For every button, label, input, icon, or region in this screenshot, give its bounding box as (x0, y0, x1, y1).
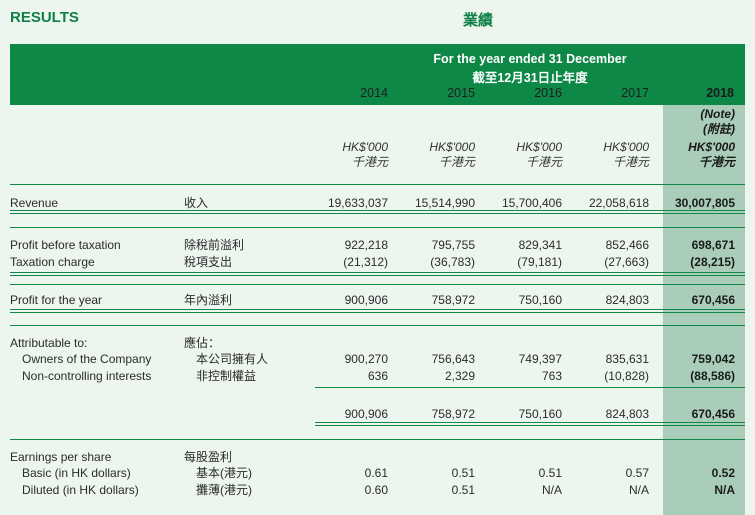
note-2018-zh: (附註) (703, 122, 735, 136)
value-2016: 0.51 (538, 466, 562, 480)
value-2015: 795,755 (431, 238, 475, 252)
value-2014: 19,633,037 (327, 196, 388, 210)
unit-en-2014: HK$'000 (342, 140, 388, 154)
value-2018: 30,007,805 (674, 196, 735, 210)
unit-zh-2016: 千港元 (525, 155, 562, 169)
value-2015: (36,783) (430, 255, 475, 269)
value-2014: 636 (367, 369, 388, 383)
row-label-zh: 年內溢利 (184, 293, 233, 307)
row-label-zh: 稅項支出 (184, 255, 233, 269)
value-2017: 0.57 (625, 466, 649, 480)
unit-zh-2018: 千港元 (698, 155, 735, 169)
value-2016: 750,160 (518, 407, 562, 421)
year-2015: 2015 (447, 86, 475, 100)
divider (10, 325, 745, 326)
note-2018-en: (Note) (700, 107, 735, 121)
divider (10, 184, 745, 185)
row-label-en: Profit for the year (10, 293, 103, 307)
value-2015: 756,643 (431, 352, 475, 366)
value-2018: 759,042 (691, 352, 735, 366)
value-2014: 0.61 (364, 466, 388, 480)
value-2017: 824,803 (605, 293, 649, 307)
value-2015: 758,972 (431, 407, 475, 421)
value-2017: 835,631 (605, 352, 649, 366)
row-label-zh: 攤薄(港元) (196, 483, 252, 497)
value-2015: 0.51 (451, 483, 475, 497)
section-label-attributable-en: Attributable to: (10, 336, 88, 350)
page-title-en: RESULTS (10, 9, 79, 26)
section-label-eps-zh: 每股盈利 (184, 450, 233, 464)
value-2018: 698,671 (691, 238, 735, 252)
value-2015: 0.51 (451, 466, 475, 480)
row-label-en: Profit before taxation (10, 238, 121, 252)
year-2016: 2016 (534, 86, 562, 100)
value-2017: (10,828) (604, 369, 649, 383)
value-2018: 0.52 (711, 466, 735, 480)
unit-en-2018: HK$'000 (688, 140, 735, 154)
value-2017: N/A (628, 483, 649, 497)
unit-en-2017: HK$'000 (603, 140, 649, 154)
value-2017: (27,663) (604, 255, 649, 269)
value-2017: 852,466 (605, 238, 649, 252)
value-2016: N/A (541, 483, 562, 497)
value-2014: (21,312) (343, 255, 388, 269)
row-label-en: Taxation charge (10, 255, 95, 269)
value-2016: 750,160 (518, 293, 562, 307)
value-2014: 900,270 (344, 352, 388, 366)
value-2014: 0.60 (364, 483, 388, 497)
divider (10, 284, 745, 285)
row-label-zh: 除稅前溢利 (184, 238, 245, 252)
row-label-en: Revenue (10, 196, 59, 210)
value-2015: 758,972 (431, 293, 475, 307)
unit-zh-2015: 千港元 (438, 155, 475, 169)
row-label-en: Diluted (in HK dollars) (22, 483, 139, 497)
value-2014: 900,906 (344, 407, 388, 421)
row-label-en: Owners of the Company (22, 352, 152, 366)
divider (10, 227, 745, 228)
row-label-en: Non-controlling interests (22, 369, 152, 383)
divider (315, 387, 745, 388)
row-label-zh: 基本(港元) (196, 466, 252, 480)
value-2016: 829,341 (518, 238, 562, 252)
row-label-zh: 非控制權益 (196, 369, 257, 383)
value-2015: 15,514,990 (414, 196, 475, 210)
row-label-zh: 收入 (184, 196, 209, 210)
year-2017: 2017 (621, 86, 649, 100)
divider (315, 422, 745, 426)
year-2018: 2018 (706, 86, 734, 100)
row-label-en: Basic (in HK dollars) (22, 466, 131, 480)
value-2018: N/A (714, 483, 735, 497)
value-2018: (28,215) (690, 255, 735, 269)
value-2014: 900,906 (344, 293, 388, 307)
unit-en-2016: HK$'000 (516, 140, 562, 154)
value-2017: 824,803 (605, 407, 649, 421)
value-2015: 2,329 (444, 369, 475, 383)
unit-zh-2017: 千港元 (612, 155, 649, 169)
value-2016: (79,181) (517, 255, 562, 269)
value-2016: 749,397 (518, 352, 562, 366)
value-2018: (88,586) (690, 369, 735, 383)
section-label-attributable-zh: 應佔： (184, 336, 221, 350)
value-2014: 922,218 (344, 238, 388, 252)
period-zh: 截至12月31日止年度 (472, 71, 588, 85)
divider (10, 309, 745, 313)
page-title-zh: 業績 (463, 12, 494, 29)
row-label-zh: 本公司擁有人 (196, 352, 269, 366)
value-2018: 670,456 (691, 407, 735, 421)
value-2016: 763 (541, 369, 562, 383)
section-label-eps-en: Earnings per share (10, 450, 112, 464)
year-2014: 2014 (360, 86, 388, 100)
divider (10, 439, 745, 440)
unit-zh-2014: 千港元 (351, 155, 388, 169)
period-en: For the year ended 31 December (433, 52, 627, 66)
unit-en-2015: HK$'000 (429, 140, 475, 154)
value-2017: 22,058,618 (588, 196, 649, 210)
value-2018: 670,456 (691, 293, 735, 307)
value-2016: 15,700,406 (501, 196, 562, 210)
divider (10, 272, 745, 276)
